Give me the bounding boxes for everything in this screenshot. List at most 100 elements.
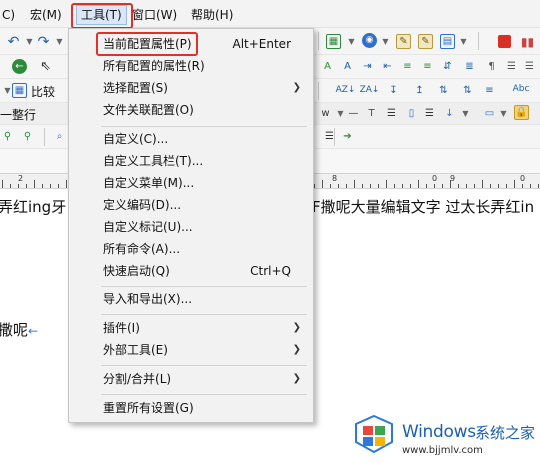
down-arrow-icon[interactable]: ↓ bbox=[442, 106, 457, 121]
spell-check-icon[interactable]: Abc bbox=[510, 82, 532, 97]
menu-item-customize-markers[interactable]: 自定义标记(U)... bbox=[69, 216, 313, 238]
separator bbox=[478, 32, 479, 50]
editor-line-1-left: 弄红ing牙 bbox=[0, 198, 67, 216]
edit-document-icon[interactable]: ✎ bbox=[418, 34, 433, 49]
minus-icon[interactable]: — bbox=[346, 106, 361, 121]
chevron-down-icon[interactable]: ▼ bbox=[458, 106, 473, 121]
ruler-tick bbox=[522, 184, 523, 188]
align-icon[interactable]: ≣ bbox=[462, 59, 477, 74]
edit-document-icon[interactable]: ✎ bbox=[396, 34, 411, 49]
chevron-down-icon[interactable]: ▼ bbox=[22, 34, 37, 49]
menu-separator bbox=[101, 365, 307, 366]
ruler-tick bbox=[498, 184, 499, 188]
ruler-tick bbox=[538, 184, 539, 188]
lines-icon[interactable]: ☰ bbox=[384, 106, 399, 121]
find-icon[interactable]: ⚲ bbox=[20, 129, 35, 144]
chevron-down-icon[interactable]: ▼ bbox=[344, 34, 359, 49]
menu-item-quick-launch[interactable]: 快速启动(Q) Ctrl+Q bbox=[69, 260, 313, 282]
whitespace-icon[interactable]: w bbox=[318, 106, 333, 121]
ruler-tick bbox=[386, 180, 387, 188]
chart-window-icon[interactable]: ▤ bbox=[440, 34, 455, 49]
lock-icon[interactable]: 🔒 bbox=[514, 105, 529, 120]
sort-numeric-icon[interactable]: ↥ bbox=[412, 83, 427, 98]
chevron-down-icon[interactable]: ▼ bbox=[52, 34, 67, 49]
editor-line-1-right: F撒呢大量编辑文字 过太长弄红in bbox=[312, 198, 535, 216]
menu-item-customize[interactable]: 自定义(C)... bbox=[69, 128, 313, 150]
menu-item-prev[interactable]: C) bbox=[0, 5, 19, 25]
menu-item-reset-all-settings[interactable]: 重置所有设置(G) bbox=[69, 397, 313, 419]
menu-item-external-tools[interactable]: 外部工具(E) ❯ bbox=[69, 339, 313, 361]
menu-item-window[interactable]: 窗口(W) bbox=[128, 5, 181, 25]
separator bbox=[44, 128, 45, 146]
spreadsheet-icon[interactable]: ▦ bbox=[326, 34, 341, 49]
font-tool-icon[interactable]: A bbox=[340, 59, 355, 74]
menu-item-customize-toolbar[interactable]: 自定义工具栏(T)... bbox=[69, 150, 313, 172]
ruler-label: 0 bbox=[520, 174, 526, 183]
compare-label[interactable]: 比较 bbox=[31, 83, 55, 100]
sort-icon[interactable]: ≡ bbox=[482, 83, 497, 98]
indent-icon[interactable]: ⇤ bbox=[380, 59, 395, 74]
ruler-tick bbox=[346, 184, 347, 188]
windows-logo-icon bbox=[355, 414, 393, 454]
undo-icon[interactable]: ↶ bbox=[6, 34, 21, 49]
playback-icon[interactable]: ▮▮ bbox=[520, 34, 535, 49]
menu-item-define-encoding[interactable]: 定义编码(D)... bbox=[69, 194, 313, 216]
app-window: C) 宏(M) 工具(T) 窗口(W) 帮助(H) ↶ ▼ ↷ ▼ ▦ ▼ ◉ … bbox=[0, 0, 540, 463]
globe-icon[interactable]: ◉ bbox=[362, 33, 377, 48]
run-arrow-icon[interactable]: ➔ bbox=[340, 129, 355, 144]
list-icon[interactable]: ☰ bbox=[522, 59, 537, 74]
redo-icon[interactable]: ↷ bbox=[36, 34, 51, 49]
menu-separator bbox=[101, 314, 307, 315]
sort-ascending-icon[interactable]: AZ↓ bbox=[336, 83, 356, 98]
chevron-down-icon[interactable]: ▼ bbox=[456, 34, 471, 49]
chevron-down-icon[interactable]: ▼ bbox=[378, 34, 393, 49]
search-icon[interactable]: ⌕ bbox=[52, 129, 67, 144]
menu-item-macro[interactable]: 宏(M) bbox=[26, 5, 66, 25]
ruler-tick bbox=[50, 184, 51, 188]
filter-icon[interactable]: ▭ bbox=[482, 106, 497, 121]
tools-menu-highlight-box bbox=[71, 3, 133, 29]
ruler-tick bbox=[42, 184, 43, 188]
sort-numeric-icon[interactable]: ↧ bbox=[386, 83, 401, 98]
chevron-down-icon[interactable]: ▼ bbox=[496, 106, 511, 121]
menu-item-help[interactable]: 帮助(H) bbox=[187, 5, 237, 25]
move-icon[interactable]: ⇵ bbox=[440, 59, 455, 74]
format-icon[interactable]: ¶ bbox=[484, 59, 499, 74]
font-tool-icon[interactable]: A bbox=[320, 59, 335, 74]
menu-item-select-config[interactable]: 选择配置(S) ❯ bbox=[69, 77, 313, 99]
menu-item-plugins[interactable]: 插件(I) ❯ bbox=[69, 317, 313, 339]
separator bbox=[334, 128, 335, 146]
indent-icon[interactable]: ⇥ bbox=[360, 59, 375, 74]
ruler-tick bbox=[2, 180, 3, 188]
stop-recording-icon[interactable] bbox=[498, 35, 511, 48]
ruler-label: 8 bbox=[332, 174, 338, 183]
menu-item-all-config-properties[interactable]: 所有配置的属性(R) bbox=[69, 55, 313, 77]
clear-format-icon[interactable]: T bbox=[364, 106, 379, 121]
wrap-mode-label[interactable]: 一整行 bbox=[0, 106, 36, 123]
ruler-label: 0 bbox=[432, 174, 438, 183]
sort-descending-icon[interactable]: ZA↓ bbox=[360, 83, 380, 98]
find-icon[interactable]: ⚲ bbox=[0, 129, 15, 144]
compare-icon[interactable]: ▦ bbox=[12, 83, 27, 98]
menu-item-all-commands[interactable]: 所有命令(A)... bbox=[69, 238, 313, 260]
list-icon[interactable]: ☰ bbox=[504, 59, 519, 74]
ruler-tick bbox=[474, 184, 475, 188]
ruler-tick bbox=[338, 184, 339, 188]
menu-item-import-export[interactable]: 导入和导出(X)... bbox=[69, 288, 313, 310]
current-config-highlight-box bbox=[96, 32, 198, 56]
menu-item-customize-menu[interactable]: 自定义菜单(M)... bbox=[69, 172, 313, 194]
menu-item-split-merge[interactable]: 分割/合并(L) ❯ bbox=[69, 368, 313, 390]
pointer-tool-icon[interactable]: ⇖ bbox=[38, 59, 53, 74]
ruler-tick bbox=[314, 184, 315, 188]
ruler-tick bbox=[410, 184, 411, 188]
sort-icon[interactable]: ⇅ bbox=[436, 83, 451, 98]
ruler-tick bbox=[370, 184, 371, 188]
lines-icon[interactable]: ☰ bbox=[422, 106, 437, 121]
back-arrow-icon[interactable]: ← bbox=[12, 59, 27, 74]
sort-icon[interactable]: ⇅ bbox=[460, 83, 475, 98]
sort-icon[interactable]: ≡ bbox=[420, 59, 435, 74]
menu-item-file-association-config[interactable]: 文件关联配置(O) bbox=[69, 99, 313, 121]
sort-icon[interactable]: ≡ bbox=[400, 59, 415, 74]
document-icon[interactable]: ▯ bbox=[404, 106, 419, 121]
ruler-tick bbox=[322, 180, 323, 188]
